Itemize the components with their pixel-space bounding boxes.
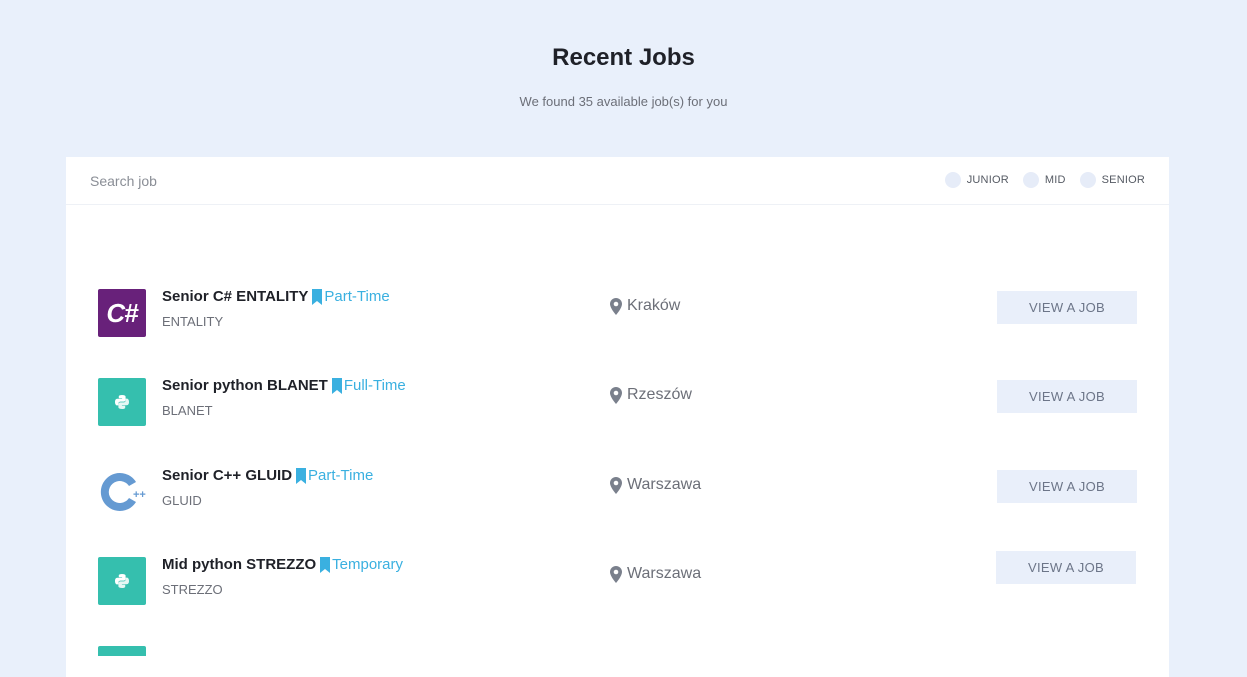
filter-mid[interactable]: MID: [1022, 172, 1066, 188]
csharp-logo-icon: C#: [98, 289, 146, 337]
company-name: BLANET: [162, 403, 213, 418]
svg-text:++: ++: [133, 489, 146, 501]
job-type: Temporary: [332, 556, 404, 573]
python-glyph-icon: [115, 574, 129, 588]
bookmark-icon: [320, 556, 331, 573]
job-title[interactable]: Mid python STREZZO: [162, 556, 316, 573]
job-title[interactable]: Senior python BLANET: [162, 377, 328, 394]
job-type: Part-Time: [324, 288, 390, 305]
view-job-button[interactable]: VIEW A JOB: [997, 291, 1137, 324]
cpp-logo-icon: ++: [98, 468, 146, 516]
python-glyph-icon: [115, 395, 129, 409]
bookmark-icon: [312, 288, 323, 305]
company-name: ENTALITY: [162, 314, 224, 329]
location-text: Warszawa: [627, 565, 702, 582]
location-text: Warszawa: [627, 476, 702, 493]
cpp-glyph-icon: ++: [100, 473, 146, 511]
job-title-line: Senior C# ENTALITY Part-Time: [162, 288, 390, 305]
jobs-panel: JUNIOR MID SENIOR C# Senior C# ENTALITY …: [66, 157, 1169, 677]
map-pin-icon: [610, 386, 622, 404]
jobs-toolbar: JUNIOR MID SENIOR: [66, 157, 1169, 205]
filter-senior[interactable]: SENIOR: [1079, 172, 1145, 188]
python-logo-icon: [98, 557, 146, 605]
filter-junior-label: JUNIOR: [966, 174, 1009, 186]
view-job-button[interactable]: VIEW A JOB: [997, 470, 1137, 503]
job-row: ++ Senior C++ GLUID Part-Time GLUID Wars…: [66, 467, 1169, 528]
job-title[interactable]: Senior C# ENTALITY: [162, 288, 308, 305]
radio-junior[interactable]: [944, 172, 961, 188]
job-row: Mid python STREZZO Temporary STREZZO War…: [66, 551, 1169, 617]
map-pin-icon: [610, 297, 622, 315]
job-title-line: Senior C++ GLUID Part-Time: [162, 467, 373, 484]
view-job-button[interactable]: VIEW A JOB: [997, 380, 1137, 413]
radio-mid[interactable]: [1022, 172, 1039, 188]
job-row: Senior python BLANET Full-Time BLANET Rz…: [66, 377, 1169, 438]
company-name: GLUID: [162, 493, 202, 508]
python-logo-icon: [98, 646, 146, 656]
job-location: Warszawa: [610, 476, 701, 494]
map-pin-icon: [610, 476, 622, 494]
job-location: Kraków: [610, 297, 680, 315]
job-title[interactable]: Senior C++ GLUID: [162, 467, 292, 484]
job-title-line: Senior python BLANET Full-Time: [162, 377, 406, 394]
job-location: Warszawa: [610, 565, 701, 583]
filter-mid-label: MID: [1044, 174, 1066, 186]
csharp-logo-text: C#: [106, 297, 138, 328]
search-input[interactable]: [90, 169, 490, 193]
filter-junior[interactable]: JUNIOR: [944, 172, 1009, 188]
company-name: STREZZO: [162, 582, 223, 597]
filter-senior-label: SENIOR: [1101, 174, 1145, 186]
job-location: Rzeszów: [610, 386, 692, 404]
job-type: Part-Time: [308, 467, 374, 484]
jobs-count-text: We found 35 available job(s) for you: [519, 94, 728, 109]
radio-senior[interactable]: [1079, 172, 1096, 188]
page-title: Recent Jobs: [552, 44, 695, 71]
bookmark-icon: [331, 377, 342, 394]
job-type: Full-Time: [343, 377, 406, 394]
view-job-button[interactable]: VIEW A JOB: [996, 551, 1136, 584]
job-title-line: Mid python STREZZO Temporary: [162, 556, 403, 573]
job-row: C# Senior C# ENTALITY Part-Time ENTALITY…: [66, 288, 1169, 349]
level-filters: JUNIOR MID SENIOR: [931, 172, 1145, 188]
python-logo-icon: [98, 378, 146, 426]
bookmark-icon: [296, 467, 307, 484]
location-text: Rzeszów: [627, 386, 692, 403]
location-text: Kraków: [627, 297, 681, 314]
map-pin-icon: [610, 565, 622, 583]
